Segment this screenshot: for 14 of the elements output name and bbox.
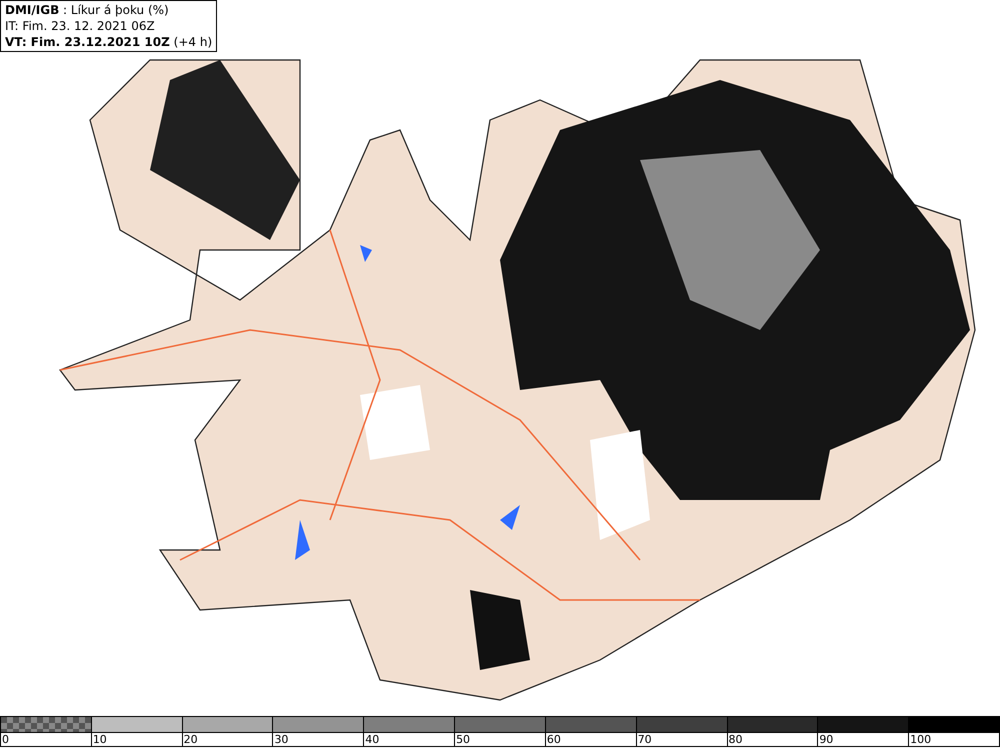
legend-label: 80 — [728, 733, 742, 746]
header-text: VT: Fim. 23.12.2021 10Z (+4 h) — [5, 34, 212, 50]
legend-label: 30 — [274, 733, 288, 746]
legend-label: 100 — [910, 733, 932, 746]
legend-label: 0 — [2, 733, 9, 746]
legend-label: 10 — [92, 733, 107, 746]
legend-label: 60 — [546, 733, 561, 746]
legend-label: 20 — [184, 733, 198, 746]
legend-label: 90 — [819, 733, 834, 746]
legend-label: 70 — [638, 733, 652, 746]
header-text: IT: Fim. 23. 12. 2021 06Z — [5, 18, 156, 34]
legend-label: 50 — [456, 733, 470, 746]
header-text: DMI/IGB : Líkur á þoku (%) — [5, 2, 170, 18]
legend-label: 40 — [365, 733, 380, 746]
